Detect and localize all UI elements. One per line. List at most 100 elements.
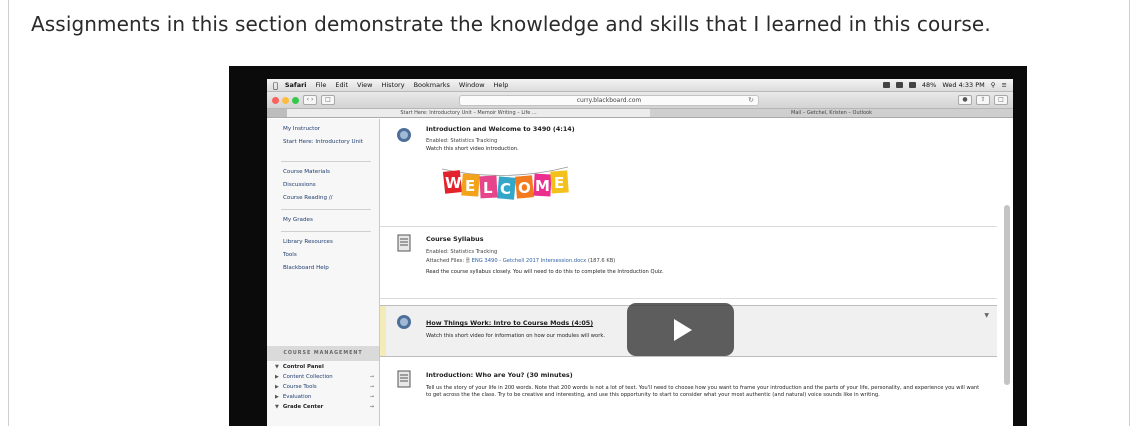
window-controls [272,96,299,104]
tab-overview [267,109,287,117]
search-icon: ⚲ [990,81,996,89]
mac-menu-bar:  Safari File Edit View History Bookmark… [267,79,1013,92]
nav-blackboard-help: Blackboard Help [283,265,329,271]
arrow-icon: → [369,384,374,390]
collapsed-triangle-icon: ▶ [275,384,279,390]
item-title: How Things Work: Intro to Course Mods (4… [426,319,594,327]
file-size: (187.6 KB) [587,258,616,264]
divider [281,231,371,232]
divider [281,161,371,162]
content-item: Introduction and Welcome to 3490 (4:14) … [380,119,997,227]
welcome-letter: L [483,179,493,197]
tab-blackboard: Start Here: Introductory Unit – Memoir W… [287,109,650,117]
welcome-letter: E [554,174,564,192]
content-item: Course Syllabus Enabled: Statistics Trac… [380,227,997,299]
sidebar-icon: □ [321,95,335,105]
arrow-icon: → [369,374,374,380]
welcome-letter: E [465,177,475,195]
cm-control-panel: ▼ Control Panel [267,362,379,372]
arrow-icon: → [369,404,374,410]
course-management-list: ▼ Control Panel ▶ Content Collection → ▶ Cou… [267,362,379,412]
blackboard-page: My Instructor Start Here: Introductory U… [267,119,1013,426]
menu-view: View [352,81,372,89]
welcome-letter: C [500,180,511,198]
menu-bookmarks: Bookmarks [408,81,450,89]
document-item-icon [397,234,411,252]
cm-content-collection: ▶ Content Collection → [267,372,379,382]
course-menu: My Instructor Start Here: Introductory U… [267,119,380,426]
battery-text: 48% [921,81,937,89]
reload-icon: ↻ [748,95,754,104]
menu-window: Window [454,81,485,89]
nav-library-resources: Library Resources [283,239,333,245]
course-management-header: COURSE MANAGEMENT [267,346,379,361]
nav-my-grades: My Grades [283,217,313,223]
cm-label: Control Panel [282,364,324,370]
nav-my-instructor: My Instructor [283,126,321,132]
divider [281,209,371,210]
minimize-window-icon [282,96,289,104]
cm-label: Evaluation [282,394,312,400]
wifi-icon [908,82,916,88]
tabs-icon: □ [994,95,1008,105]
menu-history: History [376,81,404,89]
nav-start-here: Start Here: Introductory Unit [283,139,363,145]
status-icon [895,82,903,88]
video-frame:  Safari File Edit View History Bookmark… [267,79,1013,426]
list-icon: ≡ [1001,81,1007,89]
attached-files: Attached Files: 🗎 ENG 3490 - Getchell 20… [426,257,615,266]
item-title: Introduction: Who are You? (30 minutes) [426,371,573,379]
collapsed-triangle-icon: ▶ [275,394,279,400]
menu-help: Help [488,81,509,89]
item-meta: Enabled: Statistics Tracking [426,138,498,144]
video-player[interactable]:  Safari File Edit View History Bookmark… [229,66,1027,426]
expand-triangle-icon: ▼ [275,404,279,410]
download-icon: ● [958,95,972,105]
play-button[interactable] [627,303,734,356]
cm-label: Content Collection [282,374,333,380]
address-bar: curry.blackboard.com ↻ [459,94,759,106]
cm-label: Grade Center [282,404,324,410]
scrollbar [1004,205,1010,385]
apple-icon:  [273,81,278,90]
item-title: Course Syllabus [426,235,484,243]
browser-toolbar: ‹ › □ curry.blackboard.com ↻ ● ⇧ □ [267,92,1013,109]
cm-label: Course Tools [282,384,317,390]
close-window-icon [272,96,279,104]
tab-mail: Mail – Getchel, Kristen – Outlook [791,110,872,116]
content-area: Introduction and Welcome to 3490 (4:14) … [380,119,1013,426]
browser-tabs: Start Here: Introductory Unit – Memoir W… [267,109,1013,118]
collapsed-triangle-icon: ▶ [275,374,279,380]
cm-course-tools: ▶ Course Tools → [267,382,379,392]
share-icon: ⇧ [976,95,990,105]
arrow-icon: → [369,394,374,400]
cm-grade-center: ▼ Grade Center → [267,402,379,412]
clock-text: Wed 4:33 PM [942,81,985,89]
content-frame: Assignments in this section demonstrate … [8,0,1130,426]
nav-course-reading: Course Reading // [283,195,333,201]
play-icon [673,318,692,341]
attached-label: Attached Files: [426,258,465,264]
content-item: Introduction: Who are You? (30 minutes) … [380,363,997,426]
document-item-icon [397,370,411,388]
nav-discussions: Discussions [283,182,316,188]
item-title: Introduction and Welcome to 3490 (4:14) [426,125,575,133]
item-description: Watch this short video introduction. [426,146,519,152]
back-forward-icon: ‹ › [303,95,317,105]
address-text: curry.blackboard.com [576,96,642,104]
drag-handle [380,306,386,356]
nav-tools: Tools [283,252,297,258]
video-item-icon [397,128,411,142]
attached-file-link: ENG 3490 - Getchell 2017 Intersession.do… [471,258,587,264]
video-item-icon [397,315,411,329]
section-description: Assignments in this section demonstrate … [31,12,991,36]
welcome-letter: M [535,177,550,195]
welcome-letter: O [518,179,531,197]
welcome-letter: W [445,174,462,192]
item-description: Tell us the story of your life in 200 wo… [426,385,980,398]
nav-course-materials: Course Materials [283,169,330,175]
chevron-down-icon: ▼ [984,312,989,319]
status-icon [882,82,890,88]
welcome-banner-image: W E L C O M E [441,166,569,200]
item-meta: Enabled: Statistics Tracking [426,249,498,255]
